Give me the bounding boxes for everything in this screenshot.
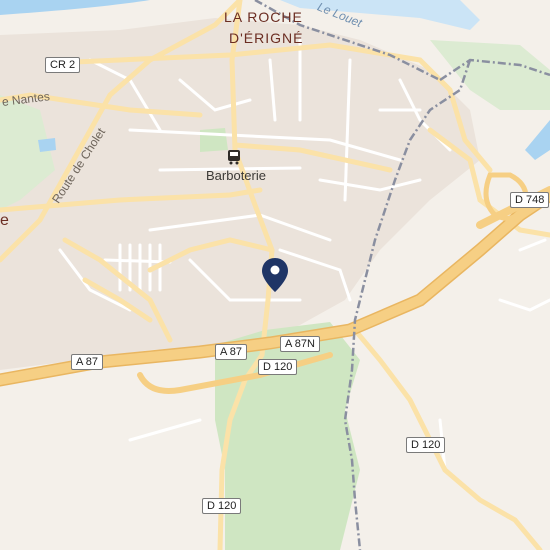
- road-shield-cr2: CR 2: [45, 57, 81, 73]
- road-shield-d120-bottom: D 120: [202, 498, 242, 514]
- bus-stop-label: Barboterie: [206, 168, 266, 183]
- road-shield-a87-center: A 87: [215, 344, 248, 360]
- road-shield-d120-right: D 120: [406, 437, 446, 453]
- road-shield-a87n: A 87N: [280, 336, 320, 352]
- road-shield-a87-west: A 87: [71, 354, 104, 370]
- map-view[interactable]: LA ROCHE D'ÉRIGNÉ e e Nantes Route de Ch…: [0, 0, 550, 550]
- partial-town-label: e: [0, 212, 10, 229]
- road-shield-d748: D 748: [510, 192, 550, 208]
- pond-west: [38, 138, 56, 152]
- map-canvas[interactable]: [0, 0, 550, 550]
- town-label-line1: LA ROCHE: [224, 9, 303, 25]
- road-shield-d120-top: D 120: [258, 359, 298, 375]
- green-park: [200, 128, 228, 152]
- town-label-line2: D'ÉRIGNÉ: [229, 30, 304, 46]
